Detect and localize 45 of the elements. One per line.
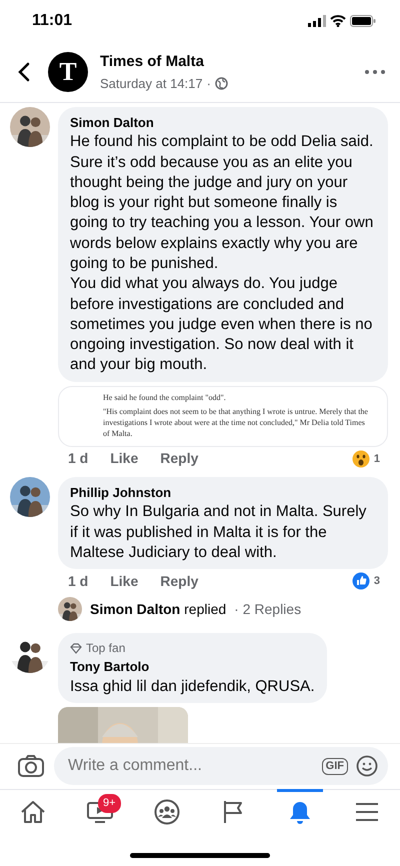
comment-text: He found his complaint to be odd Delia said. Sure it’s odd because you as an elite you thought being the judge and jury on your blog is your right but someone finally is going to try teaching you a lesson. Your own words below explains exactly why you are going to be punished. xyxy=(70,132,374,274)
reply-link[interactable]: Reply xyxy=(160,448,198,470)
battery-icon xyxy=(350,15,376,28)
comment-text: Issa ghid lil dan jidefendik, QRUSA. xyxy=(70,676,315,697)
comment-author[interactable]: Simon Dalton xyxy=(70,112,376,132)
comment-field[interactable]: Write a comment... GIF xyxy=(54,747,388,786)
flag-icon xyxy=(222,800,244,824)
comment-text: You did what you always do. You judge before investigations are concluded and sometimes you judge even when there is no ongoing investigation. So now deal with it and your big mouth. xyxy=(70,274,374,376)
comment-author[interactable]: Phillip Johnston xyxy=(70,482,376,502)
wifi-icon xyxy=(330,15,346,28)
like-reaction-icon xyxy=(352,572,370,590)
like-link[interactable]: Like xyxy=(110,570,138,592)
home-icon xyxy=(20,800,46,824)
top-fan-label: Top fan xyxy=(86,640,126,658)
bell-icon xyxy=(288,800,312,824)
more-icon[interactable] xyxy=(364,69,386,76)
wow-reaction-icon xyxy=(352,450,370,468)
page-name[interactable]: Times of Malta xyxy=(100,51,356,74)
globe-icon xyxy=(214,76,228,90)
camera-icon[interactable] xyxy=(18,755,44,778)
like-link[interactable]: Like xyxy=(110,448,138,470)
quote-text: He said he found the complaint "odd". xyxy=(103,392,227,403)
comment-author[interactable]: Tony Bartolo xyxy=(70,657,315,677)
menu-icon xyxy=(354,802,379,822)
comment-text: So why In Bulgaria and not in Malta. Surely if it was published in Malta it is for the Maltese Judiciary to deal with. xyxy=(70,502,368,563)
gif-button[interactable]: GIF xyxy=(322,758,348,775)
quote-text: "His complaint does not seem to be that anything I wrote is untrue. Merely that the investigations I wrote about were at the time not concluded," Mr Delia told Times of Malta. xyxy=(103,406,369,439)
signal-icon xyxy=(308,15,326,28)
emoji-icon[interactable] xyxy=(356,755,378,778)
comment-age: 1 d xyxy=(68,449,88,468)
diamond-icon xyxy=(70,642,82,654)
replies-link[interactable]: Simon Dalton replied · 2 Replies xyxy=(58,597,388,622)
reply-link[interactable]: Reply xyxy=(160,570,198,592)
reaction-count: 3 xyxy=(374,574,380,589)
separator-dot: · xyxy=(206,74,211,93)
reaction-count: 1 xyxy=(374,452,380,467)
tab-button[interactable]: 9+ xyxy=(66,790,134,834)
groups-icon xyxy=(154,799,180,826)
comment-age: 1 d xyxy=(68,572,88,591)
status-time: 11:01 xyxy=(32,11,72,32)
reply-summary: Simon Dalton replied xyxy=(90,600,226,619)
post-time: Saturday at 14:17 xyxy=(100,74,203,93)
notification-badge: 9+ xyxy=(98,794,121,813)
reply-count: · 2 Replies xyxy=(234,600,302,619)
logo: T xyxy=(48,52,88,92)
